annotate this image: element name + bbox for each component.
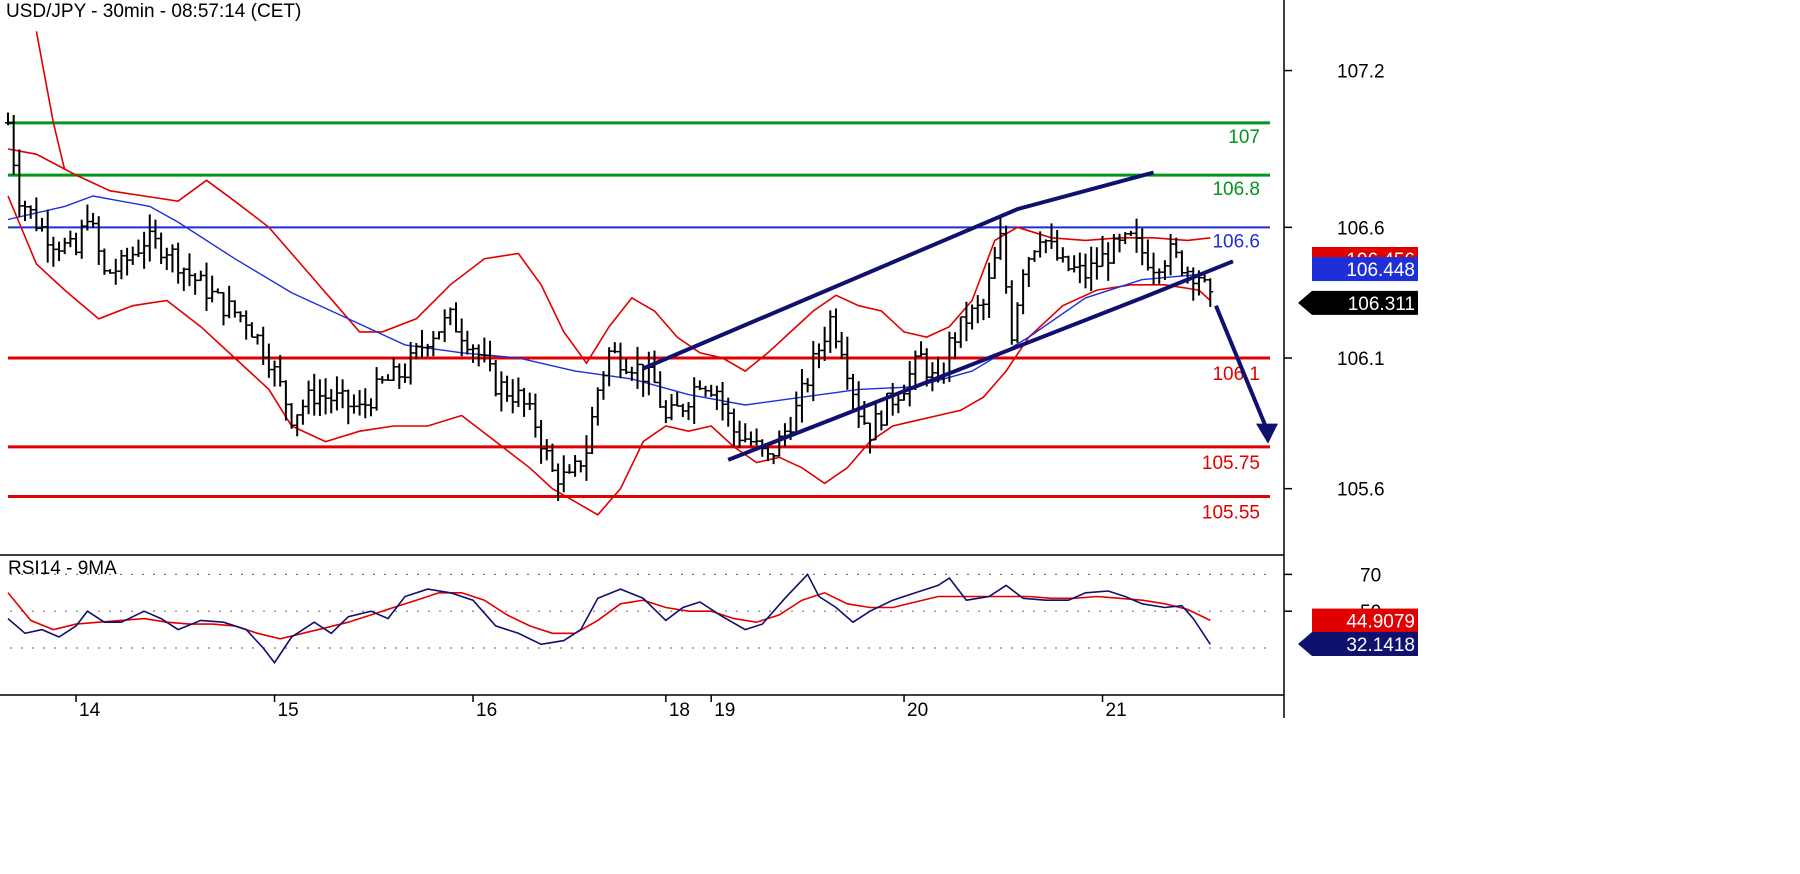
x-tick-label: 14 (79, 700, 101, 721)
channel-lower-line (727, 259, 1234, 462)
bollinger-upper-start (35, 31, 66, 171)
x-tick-label: 19 (714, 700, 735, 721)
level-label: 105.55 (1202, 503, 1260, 524)
forecast-arrow-head (1255, 423, 1278, 444)
chart-area: USD/JPY - 30min - 08:57:14 (CET) RSI14 -… (0, 0, 1800, 874)
x-tick-label: 16 (476, 700, 497, 721)
price-tick-label: 105.6 (1337, 480, 1385, 501)
rsi-line (7, 573, 1211, 665)
price-tick-label: 106.6 (1337, 218, 1385, 239)
rsi-value-tag-label: 44.9079 (1346, 612, 1415, 633)
channel-upper-line (642, 170, 1155, 371)
level-label: 107 (1228, 127, 1260, 148)
level-label: 105.75 (1202, 453, 1260, 474)
price-chart: 107.2 106.6 106.1 105.6 14 15 16 18 19 20 21 107 106… (0, 0, 1418, 721)
price-tick-label: 107.2 (1337, 62, 1385, 83)
price-value-tag-label: 106.311 (1348, 294, 1415, 315)
x-tick-label: 20 (907, 700, 928, 721)
x-tick-label: 15 (278, 700, 299, 721)
price-tick-label: 106.1 (1337, 349, 1385, 370)
rsi-tick-label: 70 (1360, 565, 1381, 586)
x-tick-label: 21 (1106, 700, 1127, 721)
x-tick-label: 18 (669, 700, 690, 721)
rsi-ma-line (7, 591, 1211, 640)
level-label: 106.6 (1212, 231, 1260, 252)
price-value-tag-label: 106.448 (1346, 260, 1415, 281)
rsi-value-tag-label: 32.1418 (1346, 635, 1415, 656)
level-label: 106.8 (1212, 179, 1260, 200)
bollinger-upper (7, 148, 1211, 373)
level-label: 106.1 (1212, 364, 1260, 385)
